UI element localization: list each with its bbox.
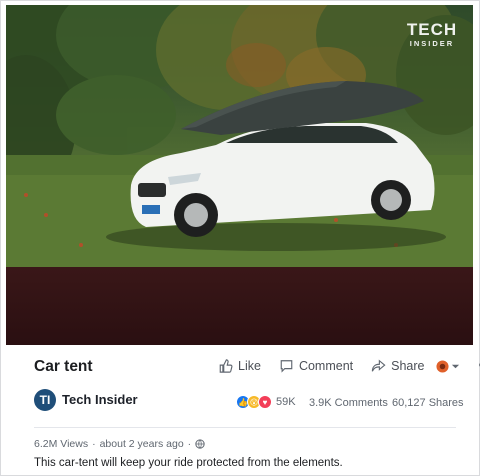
- post-description: This car-tent will keep your ride protec…: [34, 457, 343, 469]
- video-frame: TECH INSIDER: [6, 5, 473, 267]
- meta-separator-2: ·: [187, 438, 192, 450]
- share-arrow-icon: [371, 359, 386, 372]
- share-label: Share: [391, 359, 425, 373]
- post-actions: Like Comment Share •••: [218, 358, 480, 374]
- publisher-avatar-initials: TI: [39, 393, 51, 407]
- share-as-page-selector[interactable]: [436, 359, 460, 373]
- publisher-avatar[interactable]: TI: [34, 389, 56, 411]
- share-button[interactable]: Share: [371, 359, 424, 373]
- reaction-summary[interactable]: 👍 😮 ♥ 59K: [236, 395, 296, 409]
- page-avatar-icon: [436, 359, 450, 373]
- video-letterbox: [6, 267, 473, 345]
- globe-icon: [195, 439, 205, 449]
- video-title: Car tent: [34, 358, 93, 375]
- watermark-line-2: INSIDER: [409, 39, 455, 48]
- video-watermark: TECH INSIDER: [405, 21, 459, 48]
- comment-icon: [280, 360, 293, 373]
- publisher-name[interactable]: Tech Insider: [62, 392, 138, 407]
- video-player[interactable]: TECH INSIDER: [6, 5, 473, 345]
- love-reaction-icon: ♥: [258, 395, 272, 409]
- thumbs-up-icon: [219, 359, 233, 373]
- watermark-line-1: TECH: [406, 20, 458, 39]
- post-meta: 6.2M Views · about 2 years ago ·: [34, 438, 205, 450]
- reaction-count: 59K: [276, 396, 296, 408]
- divider: [34, 427, 456, 428]
- post-timestamp[interactable]: about 2 years ago: [100, 438, 184, 450]
- meta-separator: ·: [92, 438, 96, 450]
- comment-button[interactable]: Comment: [279, 359, 353, 373]
- view-count: 6.2M Views: [34, 438, 89, 450]
- comment-label: Comment: [298, 359, 354, 373]
- video-thumbnail-illustration: [6, 5, 473, 267]
- comments-count-link[interactable]: 3.9K Comments: [309, 397, 388, 409]
- chevron-down-icon: [452, 364, 460, 368]
- shares-count-link[interactable]: 60,127 Shares: [392, 397, 464, 409]
- like-button[interactable]: Like: [218, 359, 261, 373]
- like-label: Like: [238, 359, 261, 373]
